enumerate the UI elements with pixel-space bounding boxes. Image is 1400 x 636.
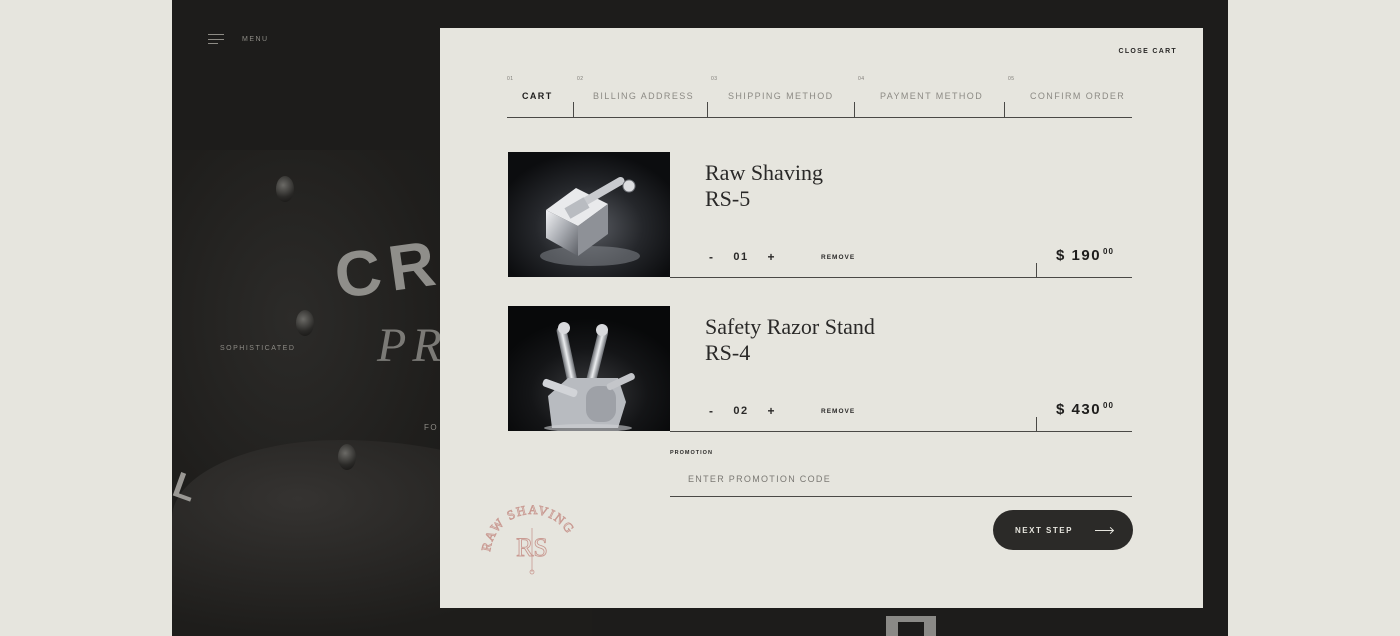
step-confirm-order[interactable]: 05 CONFIRM ORDER: [1004, 76, 1132, 118]
cart-item: Safety Razor Stand RS-4 - 02 + REMOVE $ …: [507, 306, 1132, 432]
step-number: 01: [507, 76, 514, 82]
price-amount: $ 430: [1056, 401, 1102, 418]
step-divider: [854, 102, 855, 117]
item-price: $ 430 00: [1056, 401, 1114, 419]
step-label: PAYMENT METHOD: [880, 91, 984, 101]
step-cart[interactable]: 01 CART: [507, 76, 573, 118]
close-cart-button[interactable]: CLOSE CART: [1119, 48, 1178, 55]
product-title: Raw Shaving: [705, 160, 823, 185]
leather-stud: [276, 176, 294, 202]
hero-caption: FO: [424, 423, 439, 432]
step-number: 02: [577, 76, 584, 82]
next-step-button[interactable]: NEXT STEP: [993, 510, 1133, 550]
increase-qty-button[interactable]: +: [765, 404, 777, 418]
step-divider: [707, 102, 708, 117]
quantity-stepper: - 01 +: [705, 250, 777, 264]
decrease-qty-button[interactable]: -: [705, 250, 717, 264]
leather-stud: [296, 310, 314, 336]
step-label: BILLING ADDRESS: [593, 91, 695, 101]
menu-label: MENU: [242, 35, 269, 43]
price-amount: $ 190: [1056, 247, 1102, 264]
item-divider: [670, 431, 1132, 432]
bottom-logo-fragment: [886, 616, 936, 636]
hamburger-icon: [208, 34, 224, 44]
product-model: RS-5: [705, 186, 751, 211]
step-label: CONFIRM ORDER: [1030, 91, 1126, 101]
arrow-right-icon: [1094, 529, 1113, 531]
step-divider: [1004, 102, 1005, 117]
raw-shaving-logo: RAW SHAVING RS: [478, 498, 584, 578]
next-step-label: NEXT STEP: [1015, 525, 1073, 535]
hero-heading: CR: [330, 225, 448, 313]
quantity-value: 02: [733, 405, 749, 417]
step-payment-method[interactable]: 04 PAYMENT METHOD: [854, 76, 1004, 118]
hero-subheading: PR: [377, 319, 448, 372]
product-title: Safety Razor Stand: [705, 314, 875, 339]
leather-stud: [338, 444, 356, 470]
step-number: 04: [858, 76, 865, 82]
step-number: 05: [1008, 76, 1015, 82]
price-cents: 00: [1103, 401, 1114, 410]
product-image-rs4: [508, 306, 670, 431]
step-label: SHIPPING METHOD: [728, 91, 834, 101]
decrease-qty-button[interactable]: -: [705, 404, 717, 418]
step-shipping-method[interactable]: 03 SHIPPING METHOD: [707, 76, 854, 118]
product-model: RS-4: [705, 340, 751, 365]
step-number: 03: [711, 76, 718, 82]
remove-item-button[interactable]: REMOVE: [821, 254, 855, 261]
cart-item: Raw Shaving RS-5 - 01 + REMOVE $ 190 00: [507, 152, 1132, 278]
remove-item-button[interactable]: REMOVE: [821, 408, 855, 415]
price-divider: [1036, 263, 1037, 277]
promotion-code-input[interactable]: [670, 462, 1132, 497]
promotion-label: PROMOTION: [670, 450, 713, 456]
quantity-stepper: - 02 +: [705, 404, 777, 418]
price-divider: [1036, 417, 1037, 431]
product-name: Raw Shaving RS-5: [705, 160, 823, 212]
tagline: SOPHISTICATED: [220, 345, 296, 352]
product-name: Safety Razor Stand RS-4: [705, 314, 875, 366]
cart-panel: CLOSE CART 01 CART 02 BILLING ADDRESS 03…: [440, 28, 1203, 608]
item-price: $ 190 00: [1056, 247, 1114, 265]
step-billing-address[interactable]: 02 BILLING ADDRESS: [573, 76, 707, 118]
product-image-rs5: [508, 152, 670, 277]
price-cents: 00: [1103, 247, 1114, 256]
increase-qty-button[interactable]: +: [765, 250, 777, 264]
quantity-value: 01: [733, 251, 749, 263]
item-divider: [670, 277, 1132, 278]
menu-button[interactable]: MENU: [208, 34, 269, 44]
step-divider: [573, 102, 574, 117]
step-label: CART: [522, 91, 553, 101]
checkout-steps: 01 CART 02 BILLING ADDRESS 03 SHIPPING M…: [507, 76, 1132, 118]
